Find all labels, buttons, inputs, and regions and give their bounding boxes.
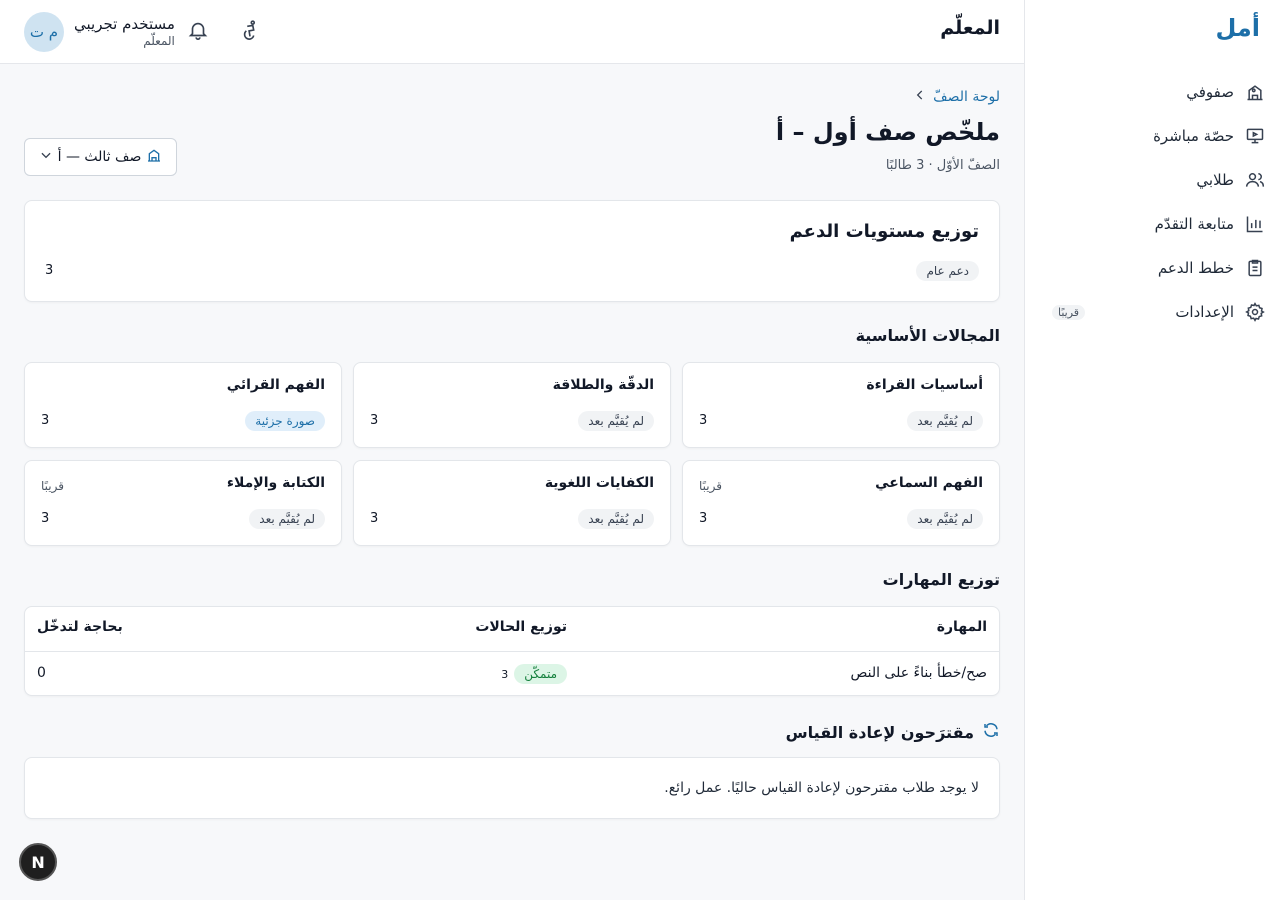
sidebar-item-label: خطط الدعم [1157, 259, 1234, 277]
app-logo[interactable]: أمل [1215, 14, 1260, 42]
main-content: لوحة الصفّ ملخّص صف أول – أ الصفّ الأوّل… [0, 64, 1024, 900]
class-select[interactable]: صف ثالث — أ [24, 138, 177, 176]
coming-soon-label: قريبًا [41, 479, 64, 493]
column-header-skill: المهارة [936, 619, 987, 635]
table-header-row: المهارة توزيع الحالات بحاجة لتدخّل [25, 607, 999, 652]
sidebar-nav: صفوفي حصّة مباشرة طلابي متابعة التقدّم خ… [1024, 70, 1280, 334]
sidebar-item-label: حصّة مباشرة [1153, 127, 1234, 145]
skills-section-title: توزيع المهارات [882, 570, 1000, 589]
domain-title: الكتابة والإملاء [226, 475, 325, 491]
notifications-button[interactable] [184, 18, 212, 46]
domains-section-title: المجالات الأساسية [855, 326, 1000, 345]
avatar: م ت [24, 12, 64, 52]
user-info: مستخدم تجريبي المعلّم [74, 15, 175, 49]
support-level-count: 3 [45, 263, 54, 278]
breadcrumb-link: لوحة الصفّ [933, 89, 1000, 105]
users-icon [1244, 169, 1266, 191]
remeasure-section-title: مقترَحون لإعادة القياس [786, 721, 1000, 743]
accessibility-icon [239, 19, 261, 45]
domain-card[interactable]: الكتابة والإملاء قريبًا لم يُقيَّم بعد 3 [24, 460, 342, 546]
sidebar-item-live-lesson[interactable]: حصّة مباشرة [1024, 114, 1280, 158]
accessibility-button[interactable] [236, 18, 264, 46]
support-level-badge: دعم عام [916, 261, 979, 281]
remeasure-card: لا يوجد طلاب مقترحون لإعادة القياس حاليً… [24, 757, 1000, 819]
domain-count: 3 [370, 511, 379, 526]
domain-card[interactable]: الفهم السماعي قريبًا لم يُقيَّم بعد 3 [682, 460, 1000, 546]
sidebar-item-label: طلابي [1196, 171, 1234, 189]
chevron-left-icon [913, 88, 927, 106]
domain-card[interactable]: الفهم القرائي صورة جزئية 3 [24, 362, 342, 448]
class-select-value: صف ثالث — أ [57, 149, 142, 165]
domain-card[interactable]: الدقّة والطلاقة لم يُقيَّم بعد 3 [353, 362, 671, 448]
skill-name: صح/خطأ بناءً على النص [850, 665, 987, 681]
refresh-icon [982, 721, 1000, 743]
school-icon [1244, 81, 1266, 103]
domain-count: 3 [699, 413, 708, 428]
page-title: ملخّص صف أول – أ [775, 118, 1000, 146]
card-title: توزيع مستويات الدعم [789, 221, 979, 242]
breadcrumb[interactable]: لوحة الصفّ [913, 88, 1000, 106]
sidebar-item-support-plans[interactable]: خطط الدعم [1024, 246, 1280, 290]
sidebar-item-label: صفوفي [1186, 83, 1234, 101]
header-title: المعلّم [940, 17, 1000, 39]
domain-title: الكفايات اللغوية [544, 475, 654, 491]
domain-count: 3 [41, 413, 50, 428]
domain-count: 3 [41, 511, 50, 526]
sidebar: أمل صفوفي حصّة مباشرة طلابي متابعة التقد… [1024, 0, 1280, 900]
user-name: مستخدم تجريبي [74, 15, 175, 33]
column-header-distribution: توزيع الحالات [475, 619, 567, 635]
domain-count: 3 [699, 511, 708, 526]
coming-soon-badge: قريبًا [1052, 304, 1086, 320]
support-distribution-card: توزيع مستويات الدعم دعم عام 3 [24, 200, 1000, 302]
column-header-intervention: بحاجة لتدخّل [37, 619, 123, 635]
domain-status-badge: لم يُقيَّم بعد [249, 509, 325, 529]
domain-title: أساسيات القراءة [866, 377, 983, 393]
bar-chart-icon [1244, 213, 1266, 235]
domain-status-badge: لم يُقيَّم بعد [578, 509, 654, 529]
skills-table: المهارة توزيع الحالات بحاجة لتدخّل صح/خط… [24, 606, 1000, 696]
domain-title: الدقّة والطلاقة [552, 377, 654, 393]
intervention-count: 0 [37, 665, 46, 681]
bell-icon [187, 19, 209, 45]
sidebar-item-settings[interactable]: الإعدادات قريبًا [1024, 290, 1280, 334]
domain-card[interactable]: الكفايات اللغوية لم يُقيَّم بعد 3 [353, 460, 671, 546]
domain-status-badge: لم يُقيَّم بعد [578, 411, 654, 431]
domain-status-badge: لم يُقيَّم بعد [907, 411, 983, 431]
floating-action-button[interactable]: N [19, 843, 57, 881]
chevron-down-icon [39, 148, 53, 166]
page-subtitle: الصفّ الأوّل · 3 طالبًا [885, 158, 1000, 173]
presentation-icon [1244, 125, 1266, 147]
domain-status-badge: لم يُقيَّم بعد [907, 509, 983, 529]
gear-icon [1244, 301, 1266, 323]
domain-title: الفهم السماعي [875, 475, 983, 491]
sidebar-item-my-students[interactable]: طلابي [1024, 158, 1280, 202]
sidebar-item-progress[interactable]: متابعة التقدّم [1024, 202, 1280, 246]
mastered-count: 3 [501, 667, 509, 681]
domain-title: الفهم القرائي [226, 377, 325, 393]
user-menu[interactable]: م ت مستخدم تجريبي المعلّم [24, 12, 175, 52]
status-distribution: متمكّن 3 [501, 664, 567, 684]
domain-status-badge: صورة جزئية [245, 411, 325, 431]
mastered-badge: متمكّن [514, 664, 567, 684]
coming-soon-label: قريبًا [699, 479, 722, 493]
sidebar-item-label: الإعدادات [1175, 303, 1234, 321]
top-header: المعلّم م ت مستخدم تجريبي المعلّم [0, 0, 1024, 64]
clipboard-list-icon [1244, 257, 1266, 279]
domain-card[interactable]: أساسيات القراءة لم يُقيَّم بعد 3 [682, 362, 1000, 448]
domain-count: 3 [370, 413, 379, 428]
remeasure-title-text: مقترَحون لإعادة القياس [785, 722, 974, 742]
sidebar-item-my-classes[interactable]: صفوفي [1024, 70, 1280, 114]
school-icon [146, 147, 162, 167]
user-role: المعلّم [143, 34, 175, 48]
empty-state-message: لا يوجد طلاب مقترحون لإعادة القياس حاليً… [664, 780, 979, 796]
table-row[interactable]: صح/خطأ بناءً على النص متمكّن 3 0 [25, 652, 999, 695]
sidebar-item-label: متابعة التقدّم [1154, 215, 1234, 233]
